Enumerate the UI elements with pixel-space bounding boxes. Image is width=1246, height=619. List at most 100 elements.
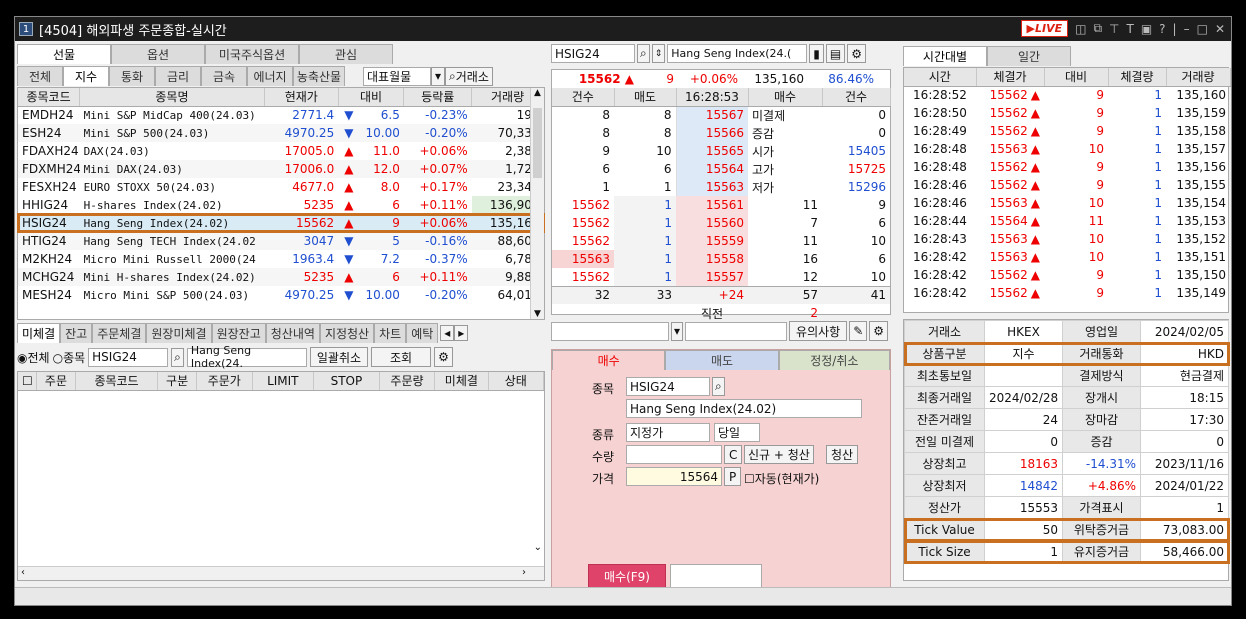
order-day-select[interactable]: 당일	[714, 423, 760, 442]
quote-search-icon[interactable]: ⌕	[637, 44, 650, 63]
pin-icon[interactable]: ⊤	[1109, 22, 1119, 36]
radio-all[interactable]: ◉전체	[17, 349, 50, 366]
window-icon[interactable]: ▤	[825, 44, 846, 63]
table-row[interactable]: FDXMH24 Mini DAX(24.03) 17006.0 ▲ 12.0 +0.07%…	[18, 160, 544, 178]
tab-product-0[interactable]: 선물	[17, 44, 111, 64]
scroll-thumb[interactable]	[533, 108, 542, 178]
list-scrollbar[interactable]: ▲ ▼	[530, 88, 544, 319]
exchange-search-button[interactable]: ⌕ 거래소	[445, 66, 493, 86]
password-input[interactable]	[685, 321, 788, 341]
tab-orders-3[interactable]: 원장미체결	[146, 323, 212, 343]
tab-order-2[interactable]: 정정/취소	[778, 350, 890, 370]
restore-icon[interactable]: ◫	[1075, 22, 1086, 36]
month-dropdown-icon[interactable]: ▾	[431, 66, 445, 86]
tab-orders-0[interactable]: 미체결	[17, 323, 61, 343]
order-code-input[interactable]: HSIG24	[626, 377, 710, 396]
quote-code-input[interactable]: HSIG24	[551, 44, 635, 63]
table-row[interactable]: HHIG24 H-shares Index(24.02) 5235 ▲ 6 +0.11% 1…	[18, 196, 544, 214]
up-arrow-icon: ▲	[1030, 268, 1040, 282]
table-row[interactable]: EMDH24 Mini S&P MidCap 400(24.03) 2771.4 ▼ 6…	[18, 106, 544, 124]
cancel-all-button[interactable]: 일괄취소	[309, 347, 369, 367]
submit-extra-input[interactable]	[670, 564, 762, 588]
tab-orders-1[interactable]: 잔고	[60, 323, 93, 343]
new-clear-button[interactable]: 신규 + 청산	[744, 445, 814, 464]
tab-category-1[interactable]: 지수	[63, 66, 109, 86]
tab-orders-7[interactable]: 차트	[374, 323, 407, 343]
auto-price-checkbox[interactable]: ☐자동(현재가)	[744, 470, 819, 487]
notice-gear-icon[interactable]: ⚙	[869, 321, 889, 341]
table-row[interactable]: M2KH24 Micro Mini Russell 2000(24 1963.4 ▼ 7…	[18, 250, 544, 268]
live-badge[interactable]: ▶LIVE	[1020, 20, 1069, 37]
chart-icon[interactable]: ▮	[809, 44, 824, 63]
font-icon[interactable]: T	[1126, 22, 1133, 36]
tab-next-icon[interactable]: ▸	[454, 325, 469, 341]
price-p-button[interactable]: P	[724, 467, 742, 486]
tab-orders-8[interactable]: 예탁	[406, 323, 439, 343]
notice-button[interactable]: 유의사항	[789, 321, 848, 341]
radio-code[interactable]: ○종목	[53, 349, 86, 366]
help-icon[interactable]: ?	[1159, 22, 1165, 36]
ts-price: 15563 ▲	[976, 248, 1044, 266]
qty-input[interactable]	[626, 445, 722, 464]
ts-time: 16:28:52	[913, 88, 967, 103]
tab-orders-2[interactable]: 주문체결	[92, 323, 147, 343]
quote-gear-icon[interactable]: ⚙	[847, 44, 866, 63]
order-type-select[interactable]: 지정가	[626, 423, 710, 442]
buy-submit-button[interactable]: 매수(F9)	[588, 564, 666, 588]
table-row[interactable]: MCHG24 Mini H-shares Index(24.02) 5235 ▲ 6 +0…	[18, 268, 544, 286]
account-dropdown-icon[interactable]: ▾	[671, 321, 684, 341]
ts-volume: 135,158	[1176, 124, 1226, 138]
code-search-icon[interactable]: ⌕	[171, 347, 184, 367]
scroll-left-icon[interactable]: ‹	[21, 567, 25, 578]
tab-category-2[interactable]: 통화	[109, 66, 155, 86]
tab-orders-6[interactable]: 지정청산	[319, 323, 375, 343]
cascade-icon[interactable]: ⧉	[1093, 21, 1102, 36]
tab-orders-5[interactable]: 청산내역	[265, 323, 320, 343]
tab-category-6[interactable]: 농축산물	[293, 66, 345, 86]
orders-hscroll[interactable]: ‹ ›	[18, 566, 544, 580]
close-icon[interactable]: ✕	[1215, 22, 1225, 36]
fill-price: 15562	[571, 269, 610, 284]
tab-product-3[interactable]: 관심	[299, 44, 393, 64]
tab-prev-icon[interactable]: ◂	[440, 325, 455, 341]
select-all-checkbox[interactable]: ☐	[18, 372, 37, 391]
settings-gear-icon[interactable]: ⚙	[434, 347, 453, 367]
orders-scroll-down-icon[interactable]: ⌄	[534, 542, 542, 553]
clear-button[interactable]: 청산	[826, 445, 859, 464]
selected-row[interactable]: HSIG24 Hang Seng Index(24.02) 15562 ▲ 9 +0.06…	[17, 213, 545, 233]
tab-product-1[interactable]: 옵션	[111, 44, 205, 64]
query-button[interactable]: 조회	[371, 347, 432, 367]
tab-orders-4[interactable]: 원장잔고	[211, 323, 266, 343]
minimize-icon[interactable]: –	[1184, 22, 1190, 36]
table-row[interactable]: HTIG24 Hang Seng TECH Index(24.02 3047 ▼ 5 -0…	[18, 232, 544, 250]
scroll-up-icon[interactable]: ▲	[531, 88, 544, 98]
tab-category-0[interactable]: 전체	[17, 66, 63, 86]
maximize-icon[interactable]: □	[1197, 22, 1208, 36]
ts-qty: 1	[1154, 106, 1162, 120]
scroll-right-icon[interactable]: ›	[522, 567, 526, 578]
order-search-icon[interactable]: ⌕	[712, 377, 725, 396]
tab-order-1[interactable]: 매도	[665, 350, 779, 370]
edit-icon[interactable]: ✎	[849, 321, 868, 341]
tab-order-0[interactable]: 매수	[552, 350, 666, 370]
table-row[interactable]: MESH24 Micro Mini S&P 500(24.03) 4970.25 ▼ 1…	[18, 286, 544, 304]
tab-category-3[interactable]: 금리	[155, 66, 201, 86]
table-row[interactable]: ESH24 Mini S&P 500(24.03) 4970.25 ▼ 10.00 -0.…	[18, 124, 544, 142]
info-icon[interactable]: ▣	[1141, 22, 1152, 36]
table-row[interactable]: FESXH24 EURO STOXX 50(24.03) 4677.0 ▲ 8.0 +0.…	[18, 178, 544, 196]
month-select[interactable]: 대표월물	[363, 66, 431, 86]
quote-stepper-icon[interactable]: ⇕	[651, 44, 666, 63]
price-input[interactable]: 15564	[626, 467, 722, 486]
row-name: Micro Mini S&P 500(24.03)	[83, 288, 250, 302]
table-row[interactable]: FDAXH24 DAX(24.03) 17005.0 ▲ 11.0 +0.06% 2,385	[18, 142, 544, 160]
code-input[interactable]: HSIG24	[88, 347, 169, 367]
account-select[interactable]	[551, 321, 669, 341]
qty-c-button[interactable]: C	[724, 445, 743, 464]
tab-right-0[interactable]: 시간대별	[903, 46, 987, 66]
tab-product-2[interactable]: 미국주식옵션	[205, 44, 299, 64]
tab-category-4[interactable]: 금속	[201, 66, 247, 86]
tab-category-5[interactable]: 에너지	[247, 66, 293, 86]
scroll-down-icon[interactable]: ▼	[531, 309, 544, 319]
bid-count: 10	[870, 234, 886, 248]
tab-right-1[interactable]: 일간	[987, 46, 1071, 66]
